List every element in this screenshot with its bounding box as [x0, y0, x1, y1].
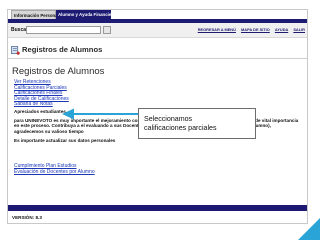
link-sabana-notas[interactable]: Sábana de Notas: [14, 101, 53, 108]
footer-stripe: [8, 205, 307, 211]
records-icon: [11, 46, 20, 55]
nav-salir[interactable]: SALIR: [293, 27, 305, 32]
nav-regresar-menu[interactable]: REGRESAR A MENÚ: [198, 27, 236, 32]
callout-line-2: calificaciones parciales: [144, 123, 217, 132]
corner-decoration-icon: [298, 218, 320, 240]
student-records-menu: Ver Retenciones Calificaciones Parciales…: [14, 79, 69, 108]
search-bar: Buscar REGRESAR A MENÚ MAPA DE SITIO AYU…: [8, 23, 307, 38]
nav-mapa-sitio[interactable]: MAPA DE SITIO: [241, 27, 270, 32]
page-title: Registros de Alumnos: [22, 45, 103, 54]
page-header: Registros de Alumnos: [8, 42, 307, 59]
tab-informacion-personal[interactable]: Información Personal: [11, 10, 59, 19]
version-label: VERSIÓN: 8.3: [12, 215, 42, 220]
section-title: Registros de Alumnos: [12, 66, 105, 77]
callout-line-1: Seleccionamos: [144, 115, 193, 123]
top-nav: REGRESAR A MENÚ MAPA DE SITIO AYUDA SALI…: [194, 27, 305, 32]
link-evaluacion-docentes[interactable]: Evaluación de Docentes por Alumno: [14, 169, 95, 175]
nav-ayuda[interactable]: AYUDA: [275, 27, 288, 32]
tab-strip: Información Personal Alumno y Ayuda Fina…: [8, 10, 307, 19]
search-go-button[interactable]: [103, 26, 111, 34]
annotation-callout: Seleccionamos calificaciones parciales: [138, 108, 256, 139]
tab-alumno-ayuda-financiera[interactable]: Alumno y Ayuda Financiera: [56, 10, 116, 19]
search-input[interactable]: [26, 26, 101, 34]
extra-links: Cumplimiento Plan Estudios Evaluación de…: [14, 163, 95, 175]
